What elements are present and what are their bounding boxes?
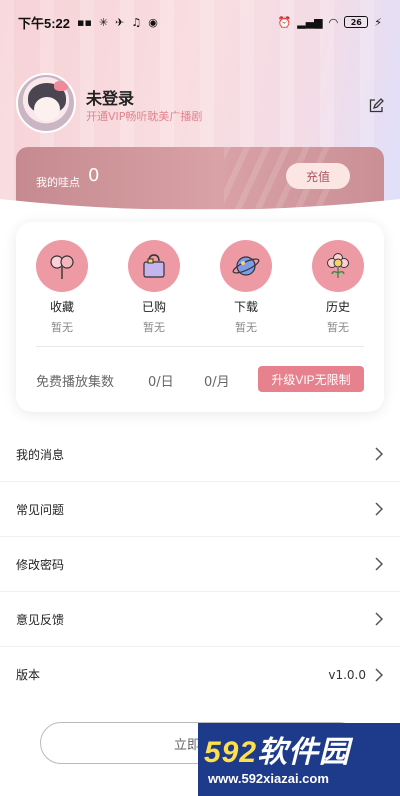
wifi-icon: ◠ <box>328 15 339 29</box>
quick-item-history[interactable]: 历史 暂无 <box>298 240 378 335</box>
free-plays-label: 免费播放集数 <box>36 375 115 390</box>
lollipop-icon <box>50 255 74 279</box>
menu-label: 修改密码 <box>16 557 65 572</box>
signal-icon: ▂▄▆ <box>297 15 323 29</box>
chevron-right-icon <box>375 612 384 626</box>
status-right: ⏰ ▂▄▆ ◠ 26 ⚡ <box>278 16 382 29</box>
alarm-icon: ⏰ <box>277 15 292 29</box>
quick-sub: 暂无 <box>235 321 257 334</box>
battery-icon: 26 <box>344 16 369 28</box>
upgrade-vip-button[interactable]: 升级VIP无限制 <box>258 366 364 392</box>
quick-sub: 暂无 <box>143 321 165 334</box>
app-icon: ✳ <box>98 15 109 29</box>
chevron-right-icon <box>375 447 384 461</box>
menu-item-change-password[interactable]: 修改密码 <box>0 537 400 592</box>
avatar-face <box>34 97 60 121</box>
menu-item-version[interactable]: 版本 v1.0.0 <box>0 647 400 702</box>
quick-circle <box>312 240 364 292</box>
menu-item-faq[interactable]: 常见问题 <box>0 482 400 537</box>
menu-item-feedback[interactable]: 意见反馈 <box>0 592 400 647</box>
watermark-num: 592 <box>204 736 258 769</box>
status-bar: 下午5:22 ▪▪ ✳ ✈ ♫ ◉ ⏰ ▂▄▆ ◠ 26 ⚡ <box>0 0 400 44</box>
quick-label: 下载 <box>233 300 258 314</box>
chat-icon: ▪▪ <box>77 15 92 29</box>
quick-label: 历史 <box>325 300 350 314</box>
menu-label: 意见反馈 <box>16 612 65 627</box>
charging-icon: ⚡ <box>374 15 382 29</box>
quick-item-favorites[interactable]: 收藏 暂无 <box>22 240 102 335</box>
quick-sub: 暂无 <box>51 321 73 334</box>
music-icon: ♫ <box>131 15 142 29</box>
shopping-bag-icon <box>143 254 165 278</box>
version-value: v1.0.0 <box>328 667 366 682</box>
quick-circle <box>36 240 88 292</box>
card-divider <box>36 346 364 347</box>
planet-icon <box>232 256 260 276</box>
chevron-right-icon <box>375 557 384 571</box>
menu-label: 版本 <box>16 668 41 682</box>
edit-icon[interactable] <box>368 98 384 114</box>
chevron-right-icon <box>375 502 384 516</box>
watermark-text: 软件园 <box>257 736 351 769</box>
quick-circle <box>128 240 180 292</box>
avatar-bow <box>54 81 68 91</box>
quick-label: 收藏 <box>49 300 74 314</box>
flower-icon <box>327 253 349 278</box>
watermark-title: 592软件园 <box>204 727 350 771</box>
quick-item-purchased[interactable]: 已购 暂无 <box>114 240 194 335</box>
menu-label: 我的消息 <box>16 447 65 462</box>
quick-item-downloads[interactable]: 下载 暂无 <box>206 240 286 335</box>
wallet-value: 0 <box>88 165 100 186</box>
q-icon: ◉ <box>148 15 158 29</box>
battery-level: 26 <box>350 17 362 27</box>
status-time: 下午5:22 <box>18 15 71 31</box>
avatar[interactable] <box>16 73 76 133</box>
free-plays-per-day: 0/日 <box>148 375 174 390</box>
stats-card: 收藏 暂无 已购 暂无 下载 暂无 历史 暂无 免费播放集数 0/日 0/月 升… <box>16 222 384 412</box>
menu-item-messages[interactable]: 我的消息 <box>0 427 400 482</box>
vip-tip[interactable]: 开通VIP畅听耽美广播剧 <box>86 108 202 124</box>
free-plays-per-month: 0/月 <box>204 375 230 390</box>
chevron-right-icon <box>375 667 384 682</box>
watermark: 592软件园 www.592xiazai.com <box>198 723 400 796</box>
username[interactable]: 未登录 <box>86 85 134 109</box>
wave-divider <box>0 199 400 225</box>
watermark-url: www.592xiazai.com <box>208 771 329 786</box>
status-left: 下午5:22 ▪▪ ✳ ✈ ♫ ◉ <box>18 13 158 32</box>
menu-label: 常见问题 <box>16 502 65 517</box>
quick-sub: 暂无 <box>327 321 349 334</box>
quick-label: 已购 <box>141 300 166 314</box>
quick-circle <box>220 240 272 292</box>
app-icon-2: ✈ <box>115 15 125 29</box>
